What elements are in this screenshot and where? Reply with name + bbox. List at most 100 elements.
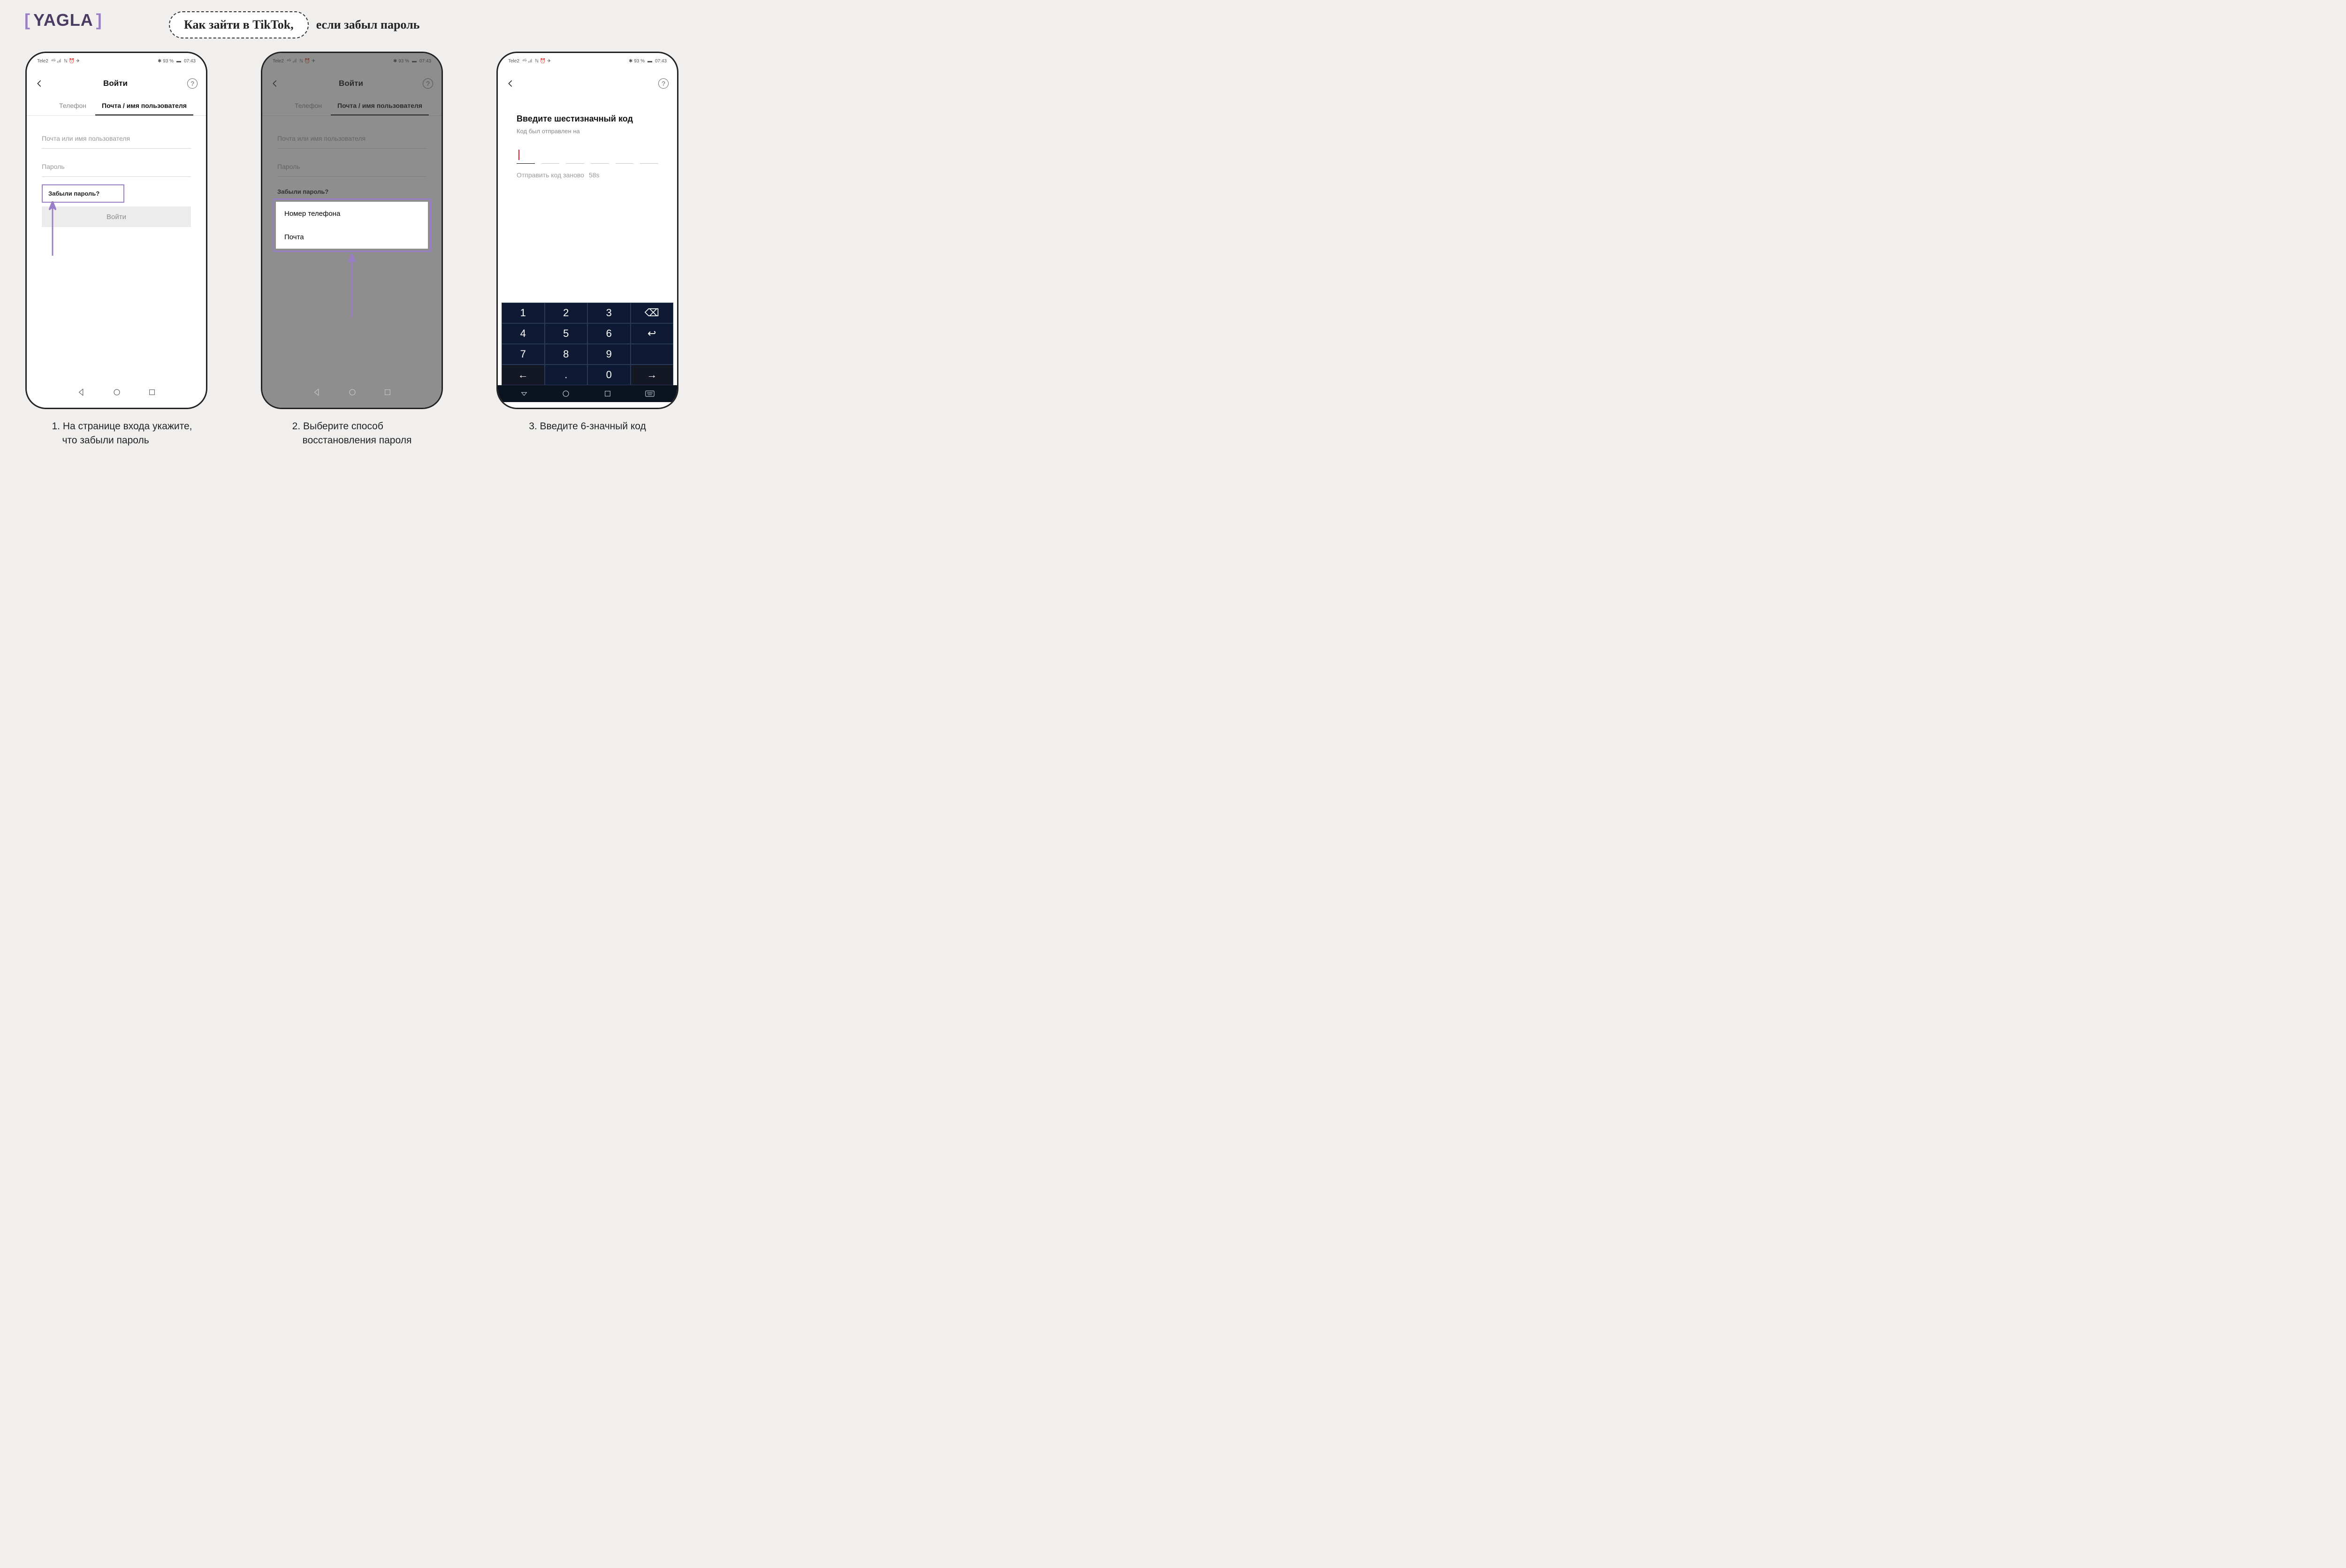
signal-icon: ⁴ᴳ ₄ıl <box>522 59 532 64</box>
back-icon[interactable] <box>35 79 44 88</box>
android-navbar <box>262 383 442 401</box>
callout-arrow-icon <box>48 201 57 256</box>
nav-home-icon[interactable] <box>113 388 121 396</box>
caption-1-line2: что забыли пароль <box>52 434 192 448</box>
help-icon[interactable]: ? <box>187 78 198 89</box>
phone-col-2: Tele2⁴ᴳ ₄ılℕ ⏰ ✈ ✱ 93 %▬07:43 Войти ? Те… <box>256 52 448 448</box>
battery-text: ✱ 93 % <box>629 59 645 64</box>
forgot-password-link[interactable]: Забыли пароль? <box>42 184 124 203</box>
code-input[interactable] <box>517 147 658 164</box>
app-header: ? <box>498 74 677 93</box>
resend-label[interactable]: Отправить код заново <box>517 171 584 179</box>
text-cursor-icon <box>518 150 519 160</box>
nav-back-icon[interactable] <box>77 388 85 396</box>
header: [YAGLA] Как зайти в TikTok, если забыл п… <box>0 0 704 47</box>
battery-text: ✱ 93 % <box>158 59 174 64</box>
status-bar: Tele2 ⁴ᴳ ₄ıl ℕ ⏰ ✈ ✱ 93 % ▬ 07:43 <box>27 53 206 69</box>
nav-recent-icon[interactable] <box>148 388 156 396</box>
key-7[interactable]: 7 <box>502 344 545 365</box>
android-navbar <box>498 385 677 402</box>
username-field[interactable]: Почта или имя пользователя <box>42 128 191 149</box>
phone-mock-3: Tele2⁴ᴳ ₄ılℕ ⏰ ✈ ✱ 93 %▬07:43 ? Введите … <box>496 52 678 409</box>
key-enter[interactable]: ↩ <box>631 323 674 344</box>
code-slot-6[interactable] <box>640 147 658 164</box>
key-9[interactable]: 9 <box>587 344 631 365</box>
recovery-option-email[interactable]: Почта <box>276 225 428 249</box>
key-4[interactable]: 4 <box>502 323 545 344</box>
nav-home-icon[interactable] <box>348 388 357 396</box>
key-blank[interactable] <box>631 344 674 365</box>
screen-title: Войти <box>44 79 187 88</box>
clock: 07:43 <box>655 59 667 64</box>
key-backspace[interactable]: ⌫ <box>631 303 674 323</box>
key-8[interactable]: 8 <box>545 344 588 365</box>
resend-timer: 58s <box>589 171 600 179</box>
android-navbar <box>27 383 206 401</box>
login-button[interactable]: Войти <box>42 206 191 227</box>
phone-col-1: Tele2 ⁴ᴳ ₄ıl ℕ ⏰ ✈ ✱ 93 % ▬ 07:43 Войти … <box>20 52 213 448</box>
carrier: Tele2 <box>508 59 519 64</box>
phone-mock-1: Tele2 ⁴ᴳ ₄ıl ℕ ⏰ ✈ ✱ 93 % ▬ 07:43 Войти … <box>25 52 207 409</box>
signal-icon: ⁴ᴳ ₄ıl <box>51 59 61 64</box>
caption-3: 3. Введите 6-значный код <box>529 419 646 434</box>
status-icons: ℕ ⏰ ✈ <box>535 59 551 64</box>
login-form: Почта или имя пользователя Пароль Забыли… <box>42 128 191 227</box>
carrier: Tele2 <box>37 59 48 64</box>
title-tail: если забыл пароль <box>316 18 420 32</box>
password-field[interactable]: Пароль <box>42 156 191 177</box>
code-header: Введите шестизначный код Код был отправл… <box>517 114 658 135</box>
brand-text: YAGLA <box>33 10 93 30</box>
status-icons: ℕ ⏰ ✈ <box>64 59 80 64</box>
code-title: Введите шестизначный код <box>517 114 658 124</box>
key-prev[interactable]: ← <box>502 365 545 385</box>
key-1[interactable]: 1 <box>502 303 545 323</box>
recovery-option-phone[interactable]: Номер телефона <box>276 202 428 225</box>
tab-phone[interactable]: Телефон <box>50 97 95 115</box>
status-right: ✱ 93 % ▬ 07:43 <box>158 59 196 64</box>
code-slot-1[interactable] <box>517 147 535 164</box>
clock: 07:43 <box>184 59 196 64</box>
nav-down-icon[interactable] <box>520 390 528 397</box>
bracket-right-icon: ] <box>93 10 105 30</box>
nav-home-icon[interactable] <box>562 389 570 398</box>
caption-1: 1. На странице входа укажите, что забыли… <box>52 419 192 448</box>
nav-back-icon[interactable] <box>312 388 321 396</box>
key-5[interactable]: 5 <box>545 323 588 344</box>
callout-arrow-icon <box>348 254 356 318</box>
brand-logo: [YAGLA] <box>22 10 105 30</box>
resend-row: Отправить код заново 58s <box>517 171 658 179</box>
phones-row: Tele2 ⁴ᴳ ₄ıl ℕ ⏰ ✈ ✱ 93 % ▬ 07:43 Войти … <box>0 47 704 448</box>
nav-keyboard-icon[interactable] <box>645 390 655 397</box>
recovery-sheet-highlight: Номер телефона Почта <box>273 198 431 252</box>
app-header: Войти ? <box>27 74 206 93</box>
code-slot-3[interactable] <box>566 147 584 164</box>
tab-email[interactable]: Почта / имя пользователя <box>95 97 193 115</box>
key-2[interactable]: 2 <box>545 303 588 323</box>
help-icon[interactable]: ? <box>658 78 669 89</box>
caption-2-line2: восстановления пароля <box>292 434 412 448</box>
code-slot-2[interactable] <box>541 147 560 164</box>
nav-recent-icon[interactable] <box>384 388 391 396</box>
numeric-keypad: 1 2 3 ⌫ 4 5 6 ↩ 7 8 9 ← <box>502 303 673 385</box>
battery-icon: ▬ <box>647 59 652 64</box>
key-next[interactable]: → <box>631 365 674 385</box>
bracket-left-icon: [ <box>22 10 33 30</box>
code-slot-5[interactable] <box>616 147 634 164</box>
code-subtitle: Код был отправлен на <box>517 128 658 135</box>
key-3[interactable]: 3 <box>587 303 631 323</box>
status-bar: Tele2⁴ᴳ ₄ılℕ ⏰ ✈ ✱ 93 %▬07:43 <box>498 53 677 69</box>
caption-2: 2. Выберите способ восстановления пароля <box>292 419 412 448</box>
caption-2-line1: 2. Выберите способ <box>292 419 412 434</box>
key-dot[interactable]: . <box>545 365 588 385</box>
key-0[interactable]: 0 <box>587 365 631 385</box>
battery-icon: ▬ <box>176 59 181 64</box>
back-icon[interactable] <box>506 79 515 88</box>
key-6[interactable]: 6 <box>587 323 631 344</box>
caption-1-line1: 1. На странице входа укажите, <box>52 419 192 434</box>
login-tabs: Телефон Почта / имя пользователя <box>27 97 206 116</box>
title-pill: Как зайти в TikTok, <box>169 11 309 38</box>
page-title: Как зайти в TikTok, если забыл пароль <box>169 11 419 38</box>
nav-recent-icon[interactable] <box>604 390 611 397</box>
code-slot-4[interactable] <box>591 147 609 164</box>
phone-col-3: Tele2⁴ᴳ ₄ılℕ ⏰ ✈ ✱ 93 %▬07:43 ? Введите … <box>491 52 684 448</box>
